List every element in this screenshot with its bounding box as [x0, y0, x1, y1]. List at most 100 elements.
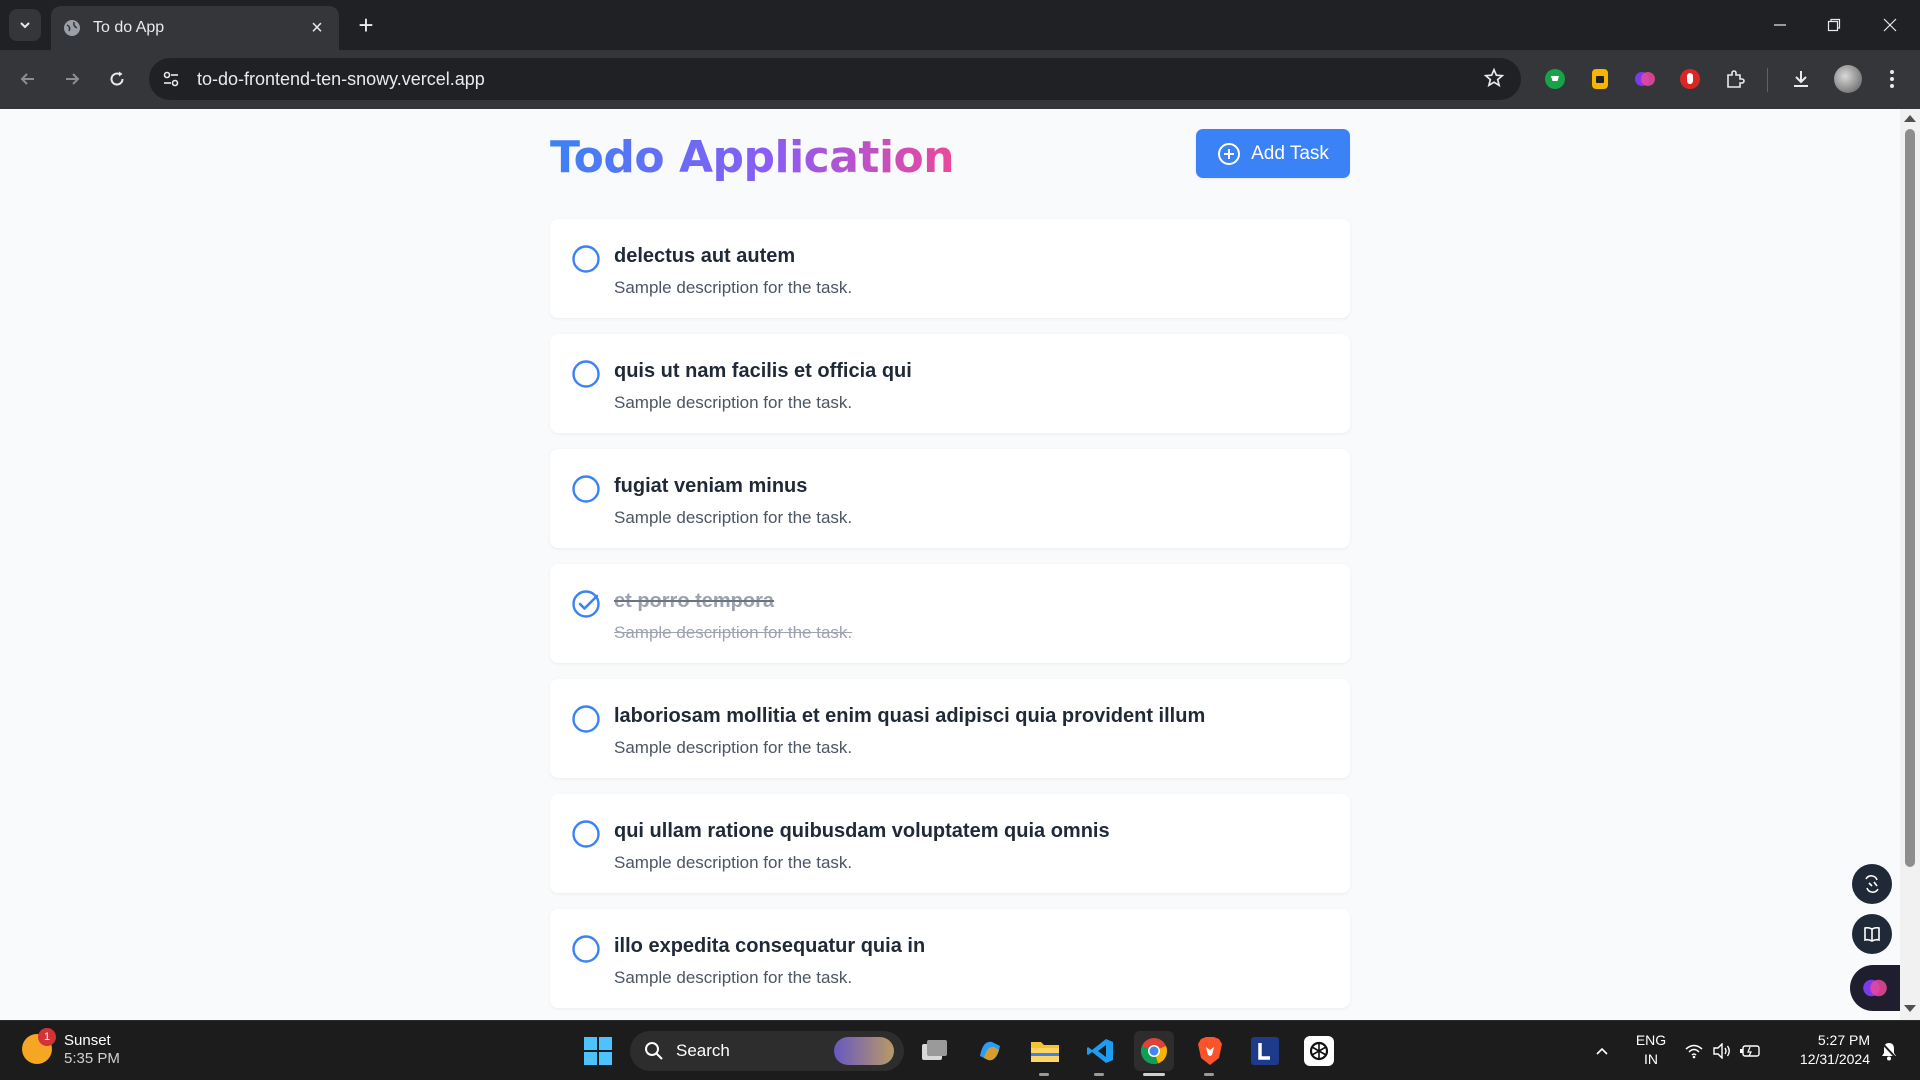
- download-icon[interactable]: [1789, 67, 1813, 91]
- weather-time: 5:35 PM: [64, 1050, 120, 1067]
- language-indicator[interactable]: ENG IN: [1628, 1031, 1674, 1069]
- site-settings-icon[interactable]: [161, 69, 181, 89]
- globe-icon: [63, 19, 81, 37]
- task-card[interactable]: qui ullam ratione quibusdam voluptatem q…: [550, 794, 1350, 893]
- search-highlight-image: [834, 1037, 894, 1065]
- app-title: Todo Application: [550, 132, 955, 183]
- copilot-icon[interactable]: [970, 1031, 1010, 1071]
- task-description: Sample description for the task.: [614, 508, 853, 527]
- check-circle-icon[interactable]: [571, 589, 601, 619]
- windows-start-icon[interactable]: [578, 1031, 618, 1071]
- plus-circle-icon: [1217, 142, 1241, 166]
- window-close-icon[interactable]: [1862, 0, 1918, 50]
- tab-title: To do App: [93, 19, 165, 36]
- task-title: delectus aut autem: [614, 245, 796, 267]
- browser-tab[interactable]: To do App ×: [51, 6, 339, 50]
- task-description: Sample description for the task.: [614, 393, 853, 412]
- tab-search-chevron-icon[interactable]: [9, 9, 41, 41]
- task-description: Sample description for the task.: [614, 968, 853, 987]
- weather-widget[interactable]: 1 Sunset 5:35 PM: [22, 1028, 120, 1067]
- system-tray-quick-settings[interactable]: [1678, 1031, 1768, 1071]
- circle-icon[interactable]: [571, 474, 601, 504]
- circle-icon[interactable]: [571, 704, 601, 734]
- tab-close-icon[interactable]: ×: [307, 17, 327, 39]
- active-indicator: [1143, 1073, 1165, 1076]
- chrome-icon[interactable]: [1134, 1031, 1174, 1071]
- vscode-icon[interactable]: [1080, 1031, 1120, 1071]
- running-indicator: [1204, 1073, 1214, 1076]
- extension-yellow-icon[interactable]: [1588, 67, 1612, 91]
- scrollbar-thumb[interactable]: [1905, 129, 1915, 867]
- scroll-up-arrow-icon[interactable]: [1904, 115, 1916, 122]
- extensions-puzzle-icon[interactable]: [1723, 67, 1747, 91]
- search-icon: [644, 1041, 664, 1061]
- extension-green-icon[interactable]: [1543, 67, 1567, 91]
- reload-icon[interactable]: [102, 64, 132, 94]
- task-list: delectus aut autem Sample description for…: [550, 219, 1350, 1020]
- forward-arrow-icon[interactable]: [57, 64, 87, 94]
- clock[interactable]: 5:27 PM 12/31/2024: [1780, 1031, 1870, 1069]
- browser-tab-bar: To do App × +: [0, 0, 1920, 50]
- running-indicator: [1039, 1073, 1049, 1076]
- file-explorer-icon[interactable]: [1025, 1031, 1065, 1071]
- extension-brain-icon[interactable]: [1633, 67, 1657, 91]
- add-task-button[interactable]: Add Task: [1196, 129, 1350, 178]
- task-title: fugiat veniam minus: [614, 475, 808, 497]
- volume-icon: [1713, 1043, 1730, 1059]
- add-task-label: Add Task: [1251, 142, 1329, 164]
- circle-icon[interactable]: [571, 934, 601, 964]
- back-arrow-icon[interactable]: [13, 64, 43, 94]
- clock-date: 12/31/2024: [1799, 1051, 1870, 1067]
- taskbar-search[interactable]: Search: [630, 1031, 904, 1071]
- circle-icon[interactable]: [571, 244, 601, 274]
- sunset-icon: 1: [22, 1028, 56, 1064]
- toolbar-divider: [1767, 68, 1768, 92]
- chatgpt-icon[interactable]: [1299, 1031, 1339, 1071]
- task-description: Sample description for the task.: [614, 853, 853, 872]
- weather-label: Sunset: [64, 1032, 111, 1049]
- book-icon[interactable]: [1852, 914, 1892, 954]
- language-code: ENG: [1635, 1032, 1667, 1048]
- minimize-icon[interactable]: [1752, 0, 1808, 50]
- brave-icon[interactable]: [1190, 1031, 1230, 1071]
- task-title: illo expedita consequatur quia in: [614, 935, 926, 957]
- page-scrollbar[interactable]: [1900, 109, 1920, 1020]
- task-title: et porro tempora: [614, 590, 775, 612]
- running-indicator: [1094, 1073, 1104, 1076]
- task-card[interactable]: fugiat veniam minus Sample description fo…: [550, 449, 1350, 548]
- search-label: Search: [676, 1041, 730, 1060]
- profile-avatar[interactable]: [1834, 65, 1862, 93]
- circle-icon[interactable]: [571, 819, 601, 849]
- new-tab-plus-icon[interactable]: +: [352, 10, 380, 40]
- task-card[interactable]: laboriosam mollitia et enim quasi adipis…: [550, 679, 1350, 778]
- chevron-up-icon[interactable]: [1582, 1031, 1622, 1071]
- task-card[interactable]: delectus aut autem Sample description for…: [550, 219, 1350, 318]
- task-description: Sample description for the task.: [614, 738, 853, 757]
- page-viewport: Todo Application Add Task delectus aut a…: [0, 109, 1900, 1020]
- task-card[interactable]: quis ut nam facilis et officia qui Sample…: [550, 334, 1350, 433]
- task-description: Sample description for the task.: [614, 623, 853, 642]
- bookmark-star-icon[interactable]: [1483, 67, 1507, 91]
- browser-menu-icon[interactable]: [1880, 67, 1904, 91]
- task-title: laboriosam mollitia et enim quasi adipis…: [614, 705, 1206, 727]
- battery-icon: [1740, 1045, 1760, 1057]
- translate-icon[interactable]: [1852, 864, 1892, 904]
- notification-bell-icon[interactable]: [1874, 1031, 1904, 1071]
- url-text[interactable]: to-do-frontend-ten-snowy.vercel.app: [197, 69, 1483, 90]
- l-app-icon[interactable]: [1245, 1031, 1285, 1071]
- restore-icon[interactable]: [1806, 0, 1862, 50]
- task-view-icon[interactable]: [915, 1031, 955, 1071]
- ai-assistant-brain-icon[interactable]: [1850, 965, 1900, 1011]
- address-bar[interactable]: to-do-frontend-ten-snowy.vercel.app: [149, 58, 1521, 100]
- task-title: qui ullam ratione quibusdam voluptatem q…: [614, 820, 1110, 842]
- extension-red-icon[interactable]: [1678, 67, 1702, 91]
- notification-badge: 1: [38, 1028, 56, 1046]
- windows-taskbar: 1 Sunset 5:35 PM Search ENG IN 5:27 PM 1…: [0, 1020, 1920, 1080]
- task-description: Sample description for the task.: [614, 278, 853, 297]
- clock-time: 5:27 PM: [1817, 1032, 1870, 1048]
- wifi-icon: [1685, 1044, 1703, 1059]
- task-card[interactable]: et porro tempora Sample description for t…: [550, 564, 1350, 663]
- task-card[interactable]: illo expedita consequatur quia in Sample …: [550, 909, 1350, 1008]
- circle-icon[interactable]: [571, 359, 601, 389]
- scroll-down-arrow-icon[interactable]: [1904, 1005, 1916, 1012]
